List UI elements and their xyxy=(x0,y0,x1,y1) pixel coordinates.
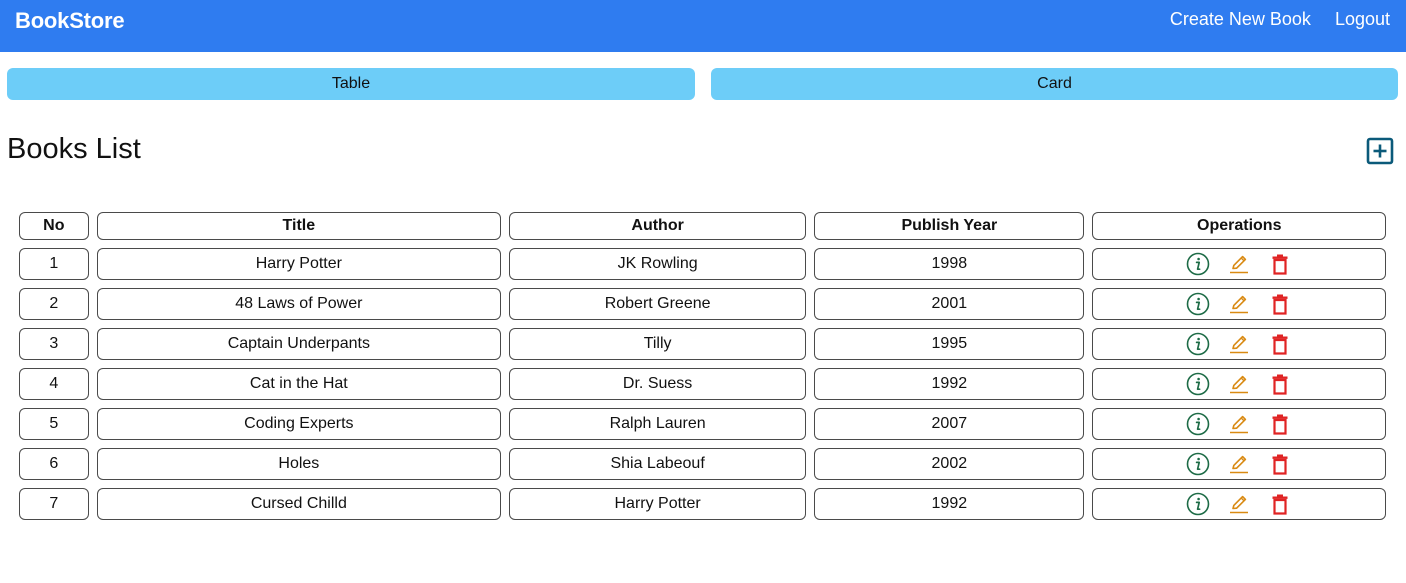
cell-title: Cat in the Hat xyxy=(96,368,502,400)
brand-logo-text[interactable]: BookStore xyxy=(15,8,125,34)
cell-title: Harry Potter xyxy=(96,248,502,280)
cell-operations xyxy=(1092,448,1386,480)
operations-group xyxy=(1093,332,1385,356)
pencil-edit-icon[interactable] xyxy=(1227,452,1251,476)
info-circle-icon[interactable] xyxy=(1186,332,1210,356)
cell-no: 6 xyxy=(19,448,89,480)
trash-delete-icon[interactable] xyxy=(1268,292,1292,316)
cell-title: Coding Experts xyxy=(96,408,502,440)
trash-delete-icon[interactable] xyxy=(1268,332,1292,356)
cell-publish-year: 1998 xyxy=(814,248,1085,280)
cell-author: Shia Labeouf xyxy=(509,448,807,480)
trash-delete-icon[interactable] xyxy=(1268,372,1292,396)
header-publish-year: Publish Year xyxy=(814,212,1085,240)
cell-author: Ralph Lauren xyxy=(509,408,807,440)
info-circle-icon[interactable] xyxy=(1186,412,1210,436)
table-body: 1 Harry Potter JK Rowling 1998 2 48 Laws of P… xyxy=(19,248,1386,520)
header-operations: Operations xyxy=(1092,212,1386,240)
operations-group xyxy=(1093,252,1385,276)
cell-operations xyxy=(1092,328,1386,360)
cell-operations xyxy=(1092,368,1386,400)
cell-no: 5 xyxy=(19,408,89,440)
cell-operations xyxy=(1092,288,1386,320)
info-circle-icon[interactable] xyxy=(1186,492,1210,516)
cell-publish-year: 1992 xyxy=(814,488,1085,520)
table-row: 6 Holes Shia Labeouf 2002 xyxy=(19,448,1386,480)
info-circle-icon[interactable] xyxy=(1186,372,1210,396)
logout-link[interactable]: Logout xyxy=(1335,9,1390,30)
cell-no: 1 xyxy=(19,248,89,280)
operations-group xyxy=(1093,452,1385,476)
table-row: 7 Cursed Chilld Harry Potter 1992 xyxy=(19,488,1386,520)
pencil-edit-icon[interactable] xyxy=(1227,292,1251,316)
create-new-book-link[interactable]: Create New Book xyxy=(1170,9,1311,30)
pencil-edit-icon[interactable] xyxy=(1227,372,1251,396)
cell-publish-year: 1992 xyxy=(814,368,1085,400)
operations-group xyxy=(1093,292,1385,316)
pencil-edit-icon[interactable] xyxy=(1227,492,1251,516)
cell-author: JK Rowling xyxy=(509,248,807,280)
trash-delete-icon[interactable] xyxy=(1268,452,1292,476)
table-row: 3 Captain Underpants Tilly 1995 xyxy=(19,328,1386,360)
cell-author: Harry Potter xyxy=(509,488,807,520)
operations-group xyxy=(1093,372,1385,396)
pencil-edit-icon[interactable] xyxy=(1227,412,1251,436)
cell-title: Cursed Chilld xyxy=(96,488,502,520)
header-no: No xyxy=(19,212,89,240)
cell-publish-year: 1995 xyxy=(814,328,1085,360)
nav-links: Create New Book Logout xyxy=(1170,9,1390,30)
table-row: 4 Cat in the Hat Dr. Suess 1992 xyxy=(19,368,1386,400)
cell-operations xyxy=(1092,488,1386,520)
table-view-button[interactable]: Table xyxy=(7,68,695,100)
cell-operations xyxy=(1092,248,1386,280)
cell-no: 3 xyxy=(19,328,89,360)
add-book-button[interactable] xyxy=(1366,137,1394,165)
cell-title: Captain Underpants xyxy=(96,328,502,360)
operations-group xyxy=(1093,412,1385,436)
cell-title: Holes xyxy=(96,448,502,480)
cell-title: 48 Laws of Power xyxy=(96,288,502,320)
page-title: Books List xyxy=(7,133,141,165)
table-row: 1 Harry Potter JK Rowling 1998 xyxy=(19,248,1386,280)
plus-box-icon xyxy=(1366,137,1394,165)
cell-author: Robert Greene xyxy=(509,288,807,320)
cell-author: Tilly xyxy=(509,328,807,360)
header-author: Author xyxy=(509,212,807,240)
cell-publish-year: 2007 xyxy=(814,408,1085,440)
cell-author: Dr. Suess xyxy=(509,368,807,400)
operations-group xyxy=(1093,492,1385,516)
trash-delete-icon[interactable] xyxy=(1268,252,1292,276)
cell-operations xyxy=(1092,408,1386,440)
trash-delete-icon[interactable] xyxy=(1268,412,1292,436)
cell-publish-year: 2001 xyxy=(814,288,1085,320)
info-circle-icon[interactable] xyxy=(1186,252,1210,276)
cell-publish-year: 2002 xyxy=(814,448,1085,480)
cell-no: 4 xyxy=(19,368,89,400)
top-navbar: BookStore Create New Book Logout xyxy=(0,0,1406,52)
header-title: Title xyxy=(96,212,502,240)
card-view-button[interactable]: Card xyxy=(711,68,1398,100)
info-circle-icon[interactable] xyxy=(1186,452,1210,476)
table-header-row: No Title Author Publish Year Operations xyxy=(19,212,1386,240)
table-row: 2 48 Laws of Power Robert Greene 2001 xyxy=(19,288,1386,320)
cell-no: 2 xyxy=(19,288,89,320)
trash-delete-icon[interactable] xyxy=(1268,492,1292,516)
pencil-edit-icon[interactable] xyxy=(1227,332,1251,356)
books-table: No Title Author Publish Year Operations … xyxy=(11,204,1394,528)
cell-no: 7 xyxy=(19,488,89,520)
info-circle-icon[interactable] xyxy=(1186,292,1210,316)
pencil-edit-icon[interactable] xyxy=(1227,252,1251,276)
table-row: 5 Coding Experts Ralph Lauren 2007 xyxy=(19,408,1386,440)
